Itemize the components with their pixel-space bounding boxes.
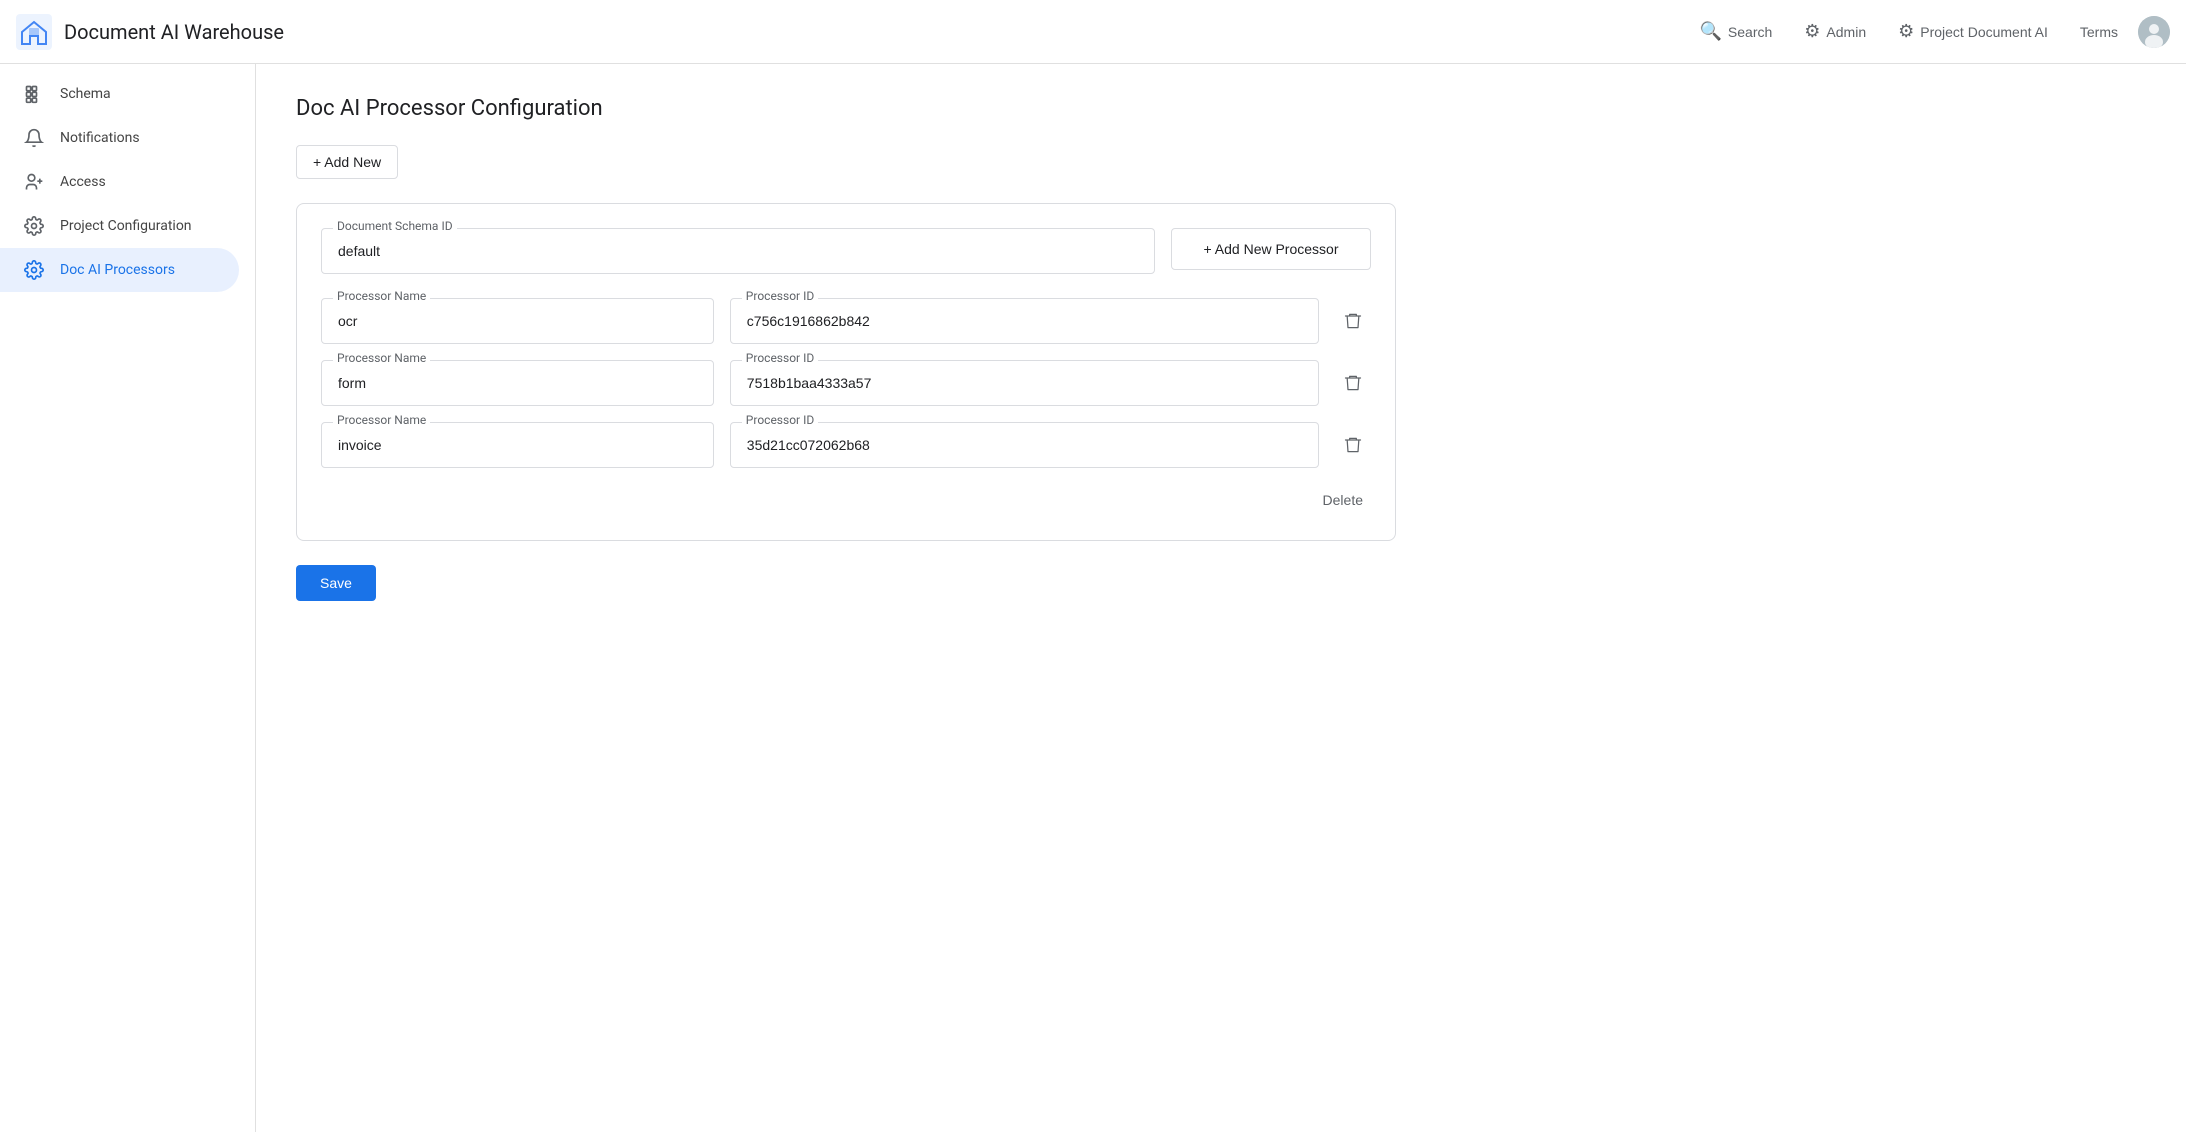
schema-icon xyxy=(24,84,44,104)
sidebar-schema-label: Schema xyxy=(60,86,111,102)
sidebar: Schema Notifications Access xyxy=(0,64,256,1132)
document-schema-group: Document Schema ID xyxy=(321,228,1155,274)
avatar-image xyxy=(2138,16,2170,48)
app-title: Document AI Warehouse xyxy=(64,20,284,44)
table-row: Processor Name Processor ID xyxy=(321,360,1371,406)
trash-icon-1 xyxy=(1343,373,1363,393)
processor-id-label-0: Processor ID xyxy=(742,289,818,303)
user-avatar[interactable] xyxy=(2138,16,2170,48)
processor-id-input-2[interactable] xyxy=(730,422,1319,468)
trash-icon-2 xyxy=(1343,435,1363,455)
processor-id-field-0: Processor ID xyxy=(730,298,1319,344)
table-row: Processor Name Processor ID xyxy=(321,298,1371,344)
sidebar-project-config-label: Project Configuration xyxy=(60,218,192,234)
bell-icon xyxy=(24,128,44,148)
search-icon: 🔍 xyxy=(1700,21,1722,42)
add-new-label: + Add New xyxy=(313,154,381,170)
delete-processor-button-0[interactable] xyxy=(1335,303,1371,339)
delete-config-button[interactable]: Delete xyxy=(1315,484,1371,516)
page-title: Doc AI Processor Configuration xyxy=(296,96,2146,121)
top-nav-actions: 🔍 Search ⚙ Admin ⚙ Project Document AI T… xyxy=(1688,13,2171,50)
config-card: Document Schema ID + Add New Processor P… xyxy=(296,203,1396,541)
main-content: Doc AI Processor Configuration + Add New… xyxy=(256,64,2186,1132)
processor-name-label-0: Processor Name xyxy=(333,289,430,303)
document-schema-field: Document Schema ID xyxy=(321,228,1155,274)
sidebar-item-notifications[interactable]: Notifications xyxy=(0,116,239,160)
table-row: Processor Name Processor ID xyxy=(321,422,1371,468)
top-nav: Document AI Warehouse 🔍 Search ⚙ Admin ⚙… xyxy=(0,0,2186,64)
document-schema-id-label: Document Schema ID xyxy=(333,219,457,233)
document-schema-id-input[interactable] xyxy=(321,228,1155,274)
processor-name-field-2: Processor Name xyxy=(321,422,714,468)
processor-name-input-1[interactable] xyxy=(321,360,714,406)
processor-id-input-1[interactable] xyxy=(730,360,1319,406)
sidebar-doc-ai-label: Doc AI Processors xyxy=(60,262,175,278)
delete-processor-button-1[interactable] xyxy=(1335,365,1371,401)
processor-name-label-2: Processor Name xyxy=(333,413,430,427)
processor-name-field-1: Processor Name xyxy=(321,360,714,406)
card-footer: Delete xyxy=(321,484,1371,516)
add-new-processor-button[interactable]: + Add New Processor xyxy=(1171,228,1371,270)
terms-button[interactable]: Terms xyxy=(2068,16,2130,48)
doc-ai-icon xyxy=(24,260,44,280)
processor-name-field-0: Processor Name xyxy=(321,298,714,344)
sidebar-item-access[interactable]: Access xyxy=(0,160,239,204)
access-icon xyxy=(24,172,44,192)
project-config-icon xyxy=(24,216,44,236)
project-button[interactable]: ⚙ Project Document AI xyxy=(1886,13,2060,50)
processor-id-label-2: Processor ID xyxy=(742,413,818,427)
sidebar-access-label: Access xyxy=(60,174,106,190)
delete-processor-button-2[interactable] xyxy=(1335,427,1371,463)
add-new-processor-label: + Add New Processor xyxy=(1203,241,1338,257)
save-button[interactable]: Save xyxy=(296,565,376,601)
processors-container: Processor Name Processor ID Processor Na… xyxy=(321,298,1371,468)
schema-row: Document Schema ID + Add New Processor xyxy=(321,228,1371,274)
admin-icon: ⚙ xyxy=(1804,21,1820,42)
processor-name-input-2[interactable] xyxy=(321,422,714,468)
processor-name-label-1: Processor Name xyxy=(333,351,430,365)
add-new-button[interactable]: + Add New xyxy=(296,145,398,179)
sidebar-item-project-configuration[interactable]: Project Configuration xyxy=(0,204,239,248)
processor-id-field-1: Processor ID xyxy=(730,360,1319,406)
search-button[interactable]: 🔍 Search xyxy=(1688,13,1785,50)
app-logo-icon xyxy=(16,14,52,50)
sidebar-notifications-label: Notifications xyxy=(60,130,140,146)
processor-id-field-2: Processor ID xyxy=(730,422,1319,468)
app-logo-area: Document AI Warehouse xyxy=(16,14,284,50)
sidebar-item-schema[interactable]: Schema xyxy=(0,72,239,116)
processor-id-label-1: Processor ID xyxy=(742,351,818,365)
project-icon: ⚙ xyxy=(1898,21,1914,42)
admin-button[interactable]: ⚙ Admin xyxy=(1792,13,1878,50)
sidebar-item-doc-ai-processors[interactable]: Doc AI Processors xyxy=(0,248,239,292)
trash-icon-0 xyxy=(1343,311,1363,331)
processor-id-input-0[interactable] xyxy=(730,298,1319,344)
processor-name-input-0[interactable] xyxy=(321,298,714,344)
